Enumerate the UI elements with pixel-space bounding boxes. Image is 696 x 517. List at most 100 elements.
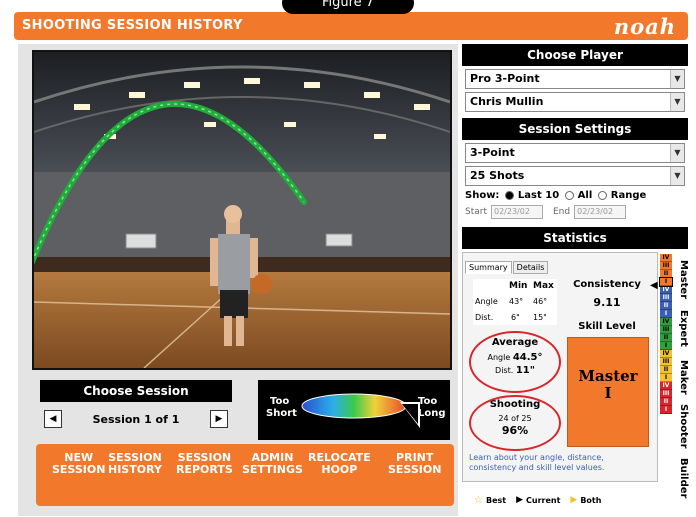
max-header: Max xyxy=(533,281,554,291)
statistics-panel: Summary Details Min Max Angle 43° 46° Di… xyxy=(462,252,658,482)
nav-session-reports[interactable]: SESSION REPORTS xyxy=(176,452,233,476)
consistency-label: Consistency xyxy=(573,279,641,290)
ladder-cell: IV xyxy=(660,382,672,390)
angle-max: 46° xyxy=(533,297,548,306)
ladder-cell: IV xyxy=(660,286,672,294)
show-option-all[interactable]: All xyxy=(565,190,592,201)
ladder-cell-current: I xyxy=(659,277,673,287)
min-header: Min xyxy=(509,281,528,291)
page-title: SHOOTING SESSION HISTORY xyxy=(22,18,243,33)
chevron-down-icon: ▼ xyxy=(670,70,684,88)
player-select[interactable]: Chris Mullin ▼ xyxy=(465,92,685,112)
right-panel: Choose Player Pro 3-Point ▼ Chris Mullin… xyxy=(462,44,688,249)
nav-session-history[interactable]: SESSION HISTORY xyxy=(108,452,162,476)
star-icon: ☆ xyxy=(474,494,483,506)
skill-ladder: IV III II I IV III II I IV III II I IV I… xyxy=(659,254,673,414)
dist-min: 6" xyxy=(511,313,520,322)
statistics-title: Statistics xyxy=(462,227,688,249)
video-view xyxy=(32,50,452,370)
show-label: Show: xyxy=(465,190,500,201)
choose-player-title: Choose Player xyxy=(462,44,688,66)
shooting-highlight-circle xyxy=(469,395,561,451)
ladder-cell: I xyxy=(660,310,672,318)
ladder-label-maker: Maker xyxy=(678,360,689,395)
end-date-field[interactable]: 02/23/02 xyxy=(574,205,627,219)
skill-ladder-labels: Master Expert Maker Shooter Builder xyxy=(675,260,691,510)
app-window: Figure 7 SHOOTING SESSION HISTORY noah C… xyxy=(0,0,696,517)
ladder-cell: II xyxy=(660,334,672,342)
ladder-label-expert: Expert xyxy=(678,310,689,347)
angle-row-label: Angle xyxy=(475,297,498,306)
ladder-cell: IV xyxy=(660,254,672,262)
dist-row-label: Dist. xyxy=(475,313,494,322)
ladder-cell: III xyxy=(660,294,672,302)
nav-print-session[interactable]: PRINT SESSION xyxy=(388,452,441,476)
consistency-value: 9.11 xyxy=(593,296,621,309)
average-highlight-circle xyxy=(469,331,561,393)
ladder-label-master: Master xyxy=(678,260,689,300)
choose-session-title: Choose Session xyxy=(40,380,232,402)
ladder-cell: III xyxy=(660,390,672,398)
show-filter-row: Show: Last 10 All Range xyxy=(465,190,685,201)
min-max-table: Min Max Angle 43° 46° Dist. 6" 15" xyxy=(473,279,557,325)
ladder-cell: III xyxy=(660,358,672,366)
dist-max: 15" xyxy=(533,313,547,322)
ladder-legend: ☆ Best ▶ Current ▶ Both xyxy=(474,493,674,507)
title-bar: SHOOTING SESSION HISTORY noah xyxy=(14,12,688,40)
too-short-too-long-legend: Too Short Too Long xyxy=(258,380,450,440)
ladder-cell: I xyxy=(660,342,672,350)
current-pointer-icon: ◀ xyxy=(650,280,658,291)
nav-relocate-hoop[interactable]: RELOCATE HOOP xyxy=(308,452,371,476)
session-settings-title: Session Settings xyxy=(462,118,688,140)
both-arrow-icon: ▶ xyxy=(570,495,578,505)
show-option-range[interactable]: Range xyxy=(598,190,646,201)
triangle-right-icon: ▶ xyxy=(215,414,223,424)
ladder-cell: II xyxy=(660,366,672,374)
consistency-block: Consistency 9.11 xyxy=(563,279,651,317)
date-range-row: Start 02/23/02 End 02/23/02 xyxy=(465,205,685,219)
chevron-down-icon: ▼ xyxy=(670,167,684,185)
legend-best-label: Best xyxy=(485,495,507,505)
ladder-label-shooter: Shooter xyxy=(678,404,689,449)
stats-help-link[interactable]: Learn about your angle, distance, consis… xyxy=(469,453,653,473)
ladder-cell: III xyxy=(660,262,672,270)
figure-label: Figure 7 xyxy=(282,0,414,14)
chevron-down-icon: ▼ xyxy=(670,144,684,162)
prev-session-button[interactable]: ◀ xyxy=(44,410,62,428)
triangle-left-icon: ◀ xyxy=(49,414,57,424)
rainbow-oval-icon xyxy=(301,393,420,428)
legend-current-label: Current xyxy=(526,495,561,505)
show-option-last10[interactable]: Last 10 xyxy=(505,190,559,201)
brand-logo: noah xyxy=(613,14,676,39)
gym-scene-image xyxy=(34,52,450,368)
shot-type-select[interactable]: 3-Point ▼ xyxy=(465,143,685,163)
session-indicator: Session 1 of 1 xyxy=(92,412,180,426)
ladder-cell: II xyxy=(660,302,672,310)
player-group-select[interactable]: Pro 3-Point ▼ xyxy=(465,69,685,89)
start-date-field[interactable]: 02/23/02 xyxy=(491,205,543,219)
tab-details[interactable]: Details xyxy=(512,261,549,274)
main-nav: NEW SESSION SESSION HISTORY SESSION REPORTS… xyxy=(36,444,454,506)
ladder-cell: IV xyxy=(660,318,672,326)
skill-level-badge: Master I xyxy=(567,337,649,447)
tab-summary[interactable]: Summary xyxy=(465,261,512,274)
nav-new-session[interactable]: NEW SESSION xyxy=(52,452,105,476)
skill-level-tier: I xyxy=(604,384,612,402)
chevron-down-icon: ▼ xyxy=(670,93,684,111)
current-arrow-icon: ▶ xyxy=(516,495,523,505)
legend-both-label: Both xyxy=(580,495,602,505)
start-label: Start xyxy=(465,207,487,217)
skill-level-name: Master xyxy=(578,367,638,385)
nav-admin-settings[interactable]: ADMIN SETTINGS xyxy=(242,452,303,476)
ladder-label-builder: Builder xyxy=(678,458,689,499)
angle-min: 43° xyxy=(509,297,524,306)
skill-level-label: Skill Level xyxy=(578,321,636,332)
ladder-cell: II xyxy=(660,398,672,406)
next-session-button[interactable]: ▶ xyxy=(210,410,228,428)
choose-session-panel: Choose Session ◀ Session 1 of 1 ▶ xyxy=(40,380,232,436)
ladder-cell: II xyxy=(660,270,672,278)
ladder-cell: I xyxy=(660,374,672,382)
ladder-cell: III xyxy=(660,326,672,334)
ladder-cell: I xyxy=(660,406,672,414)
shot-count-select[interactable]: 25 Shots ▼ xyxy=(465,166,685,186)
